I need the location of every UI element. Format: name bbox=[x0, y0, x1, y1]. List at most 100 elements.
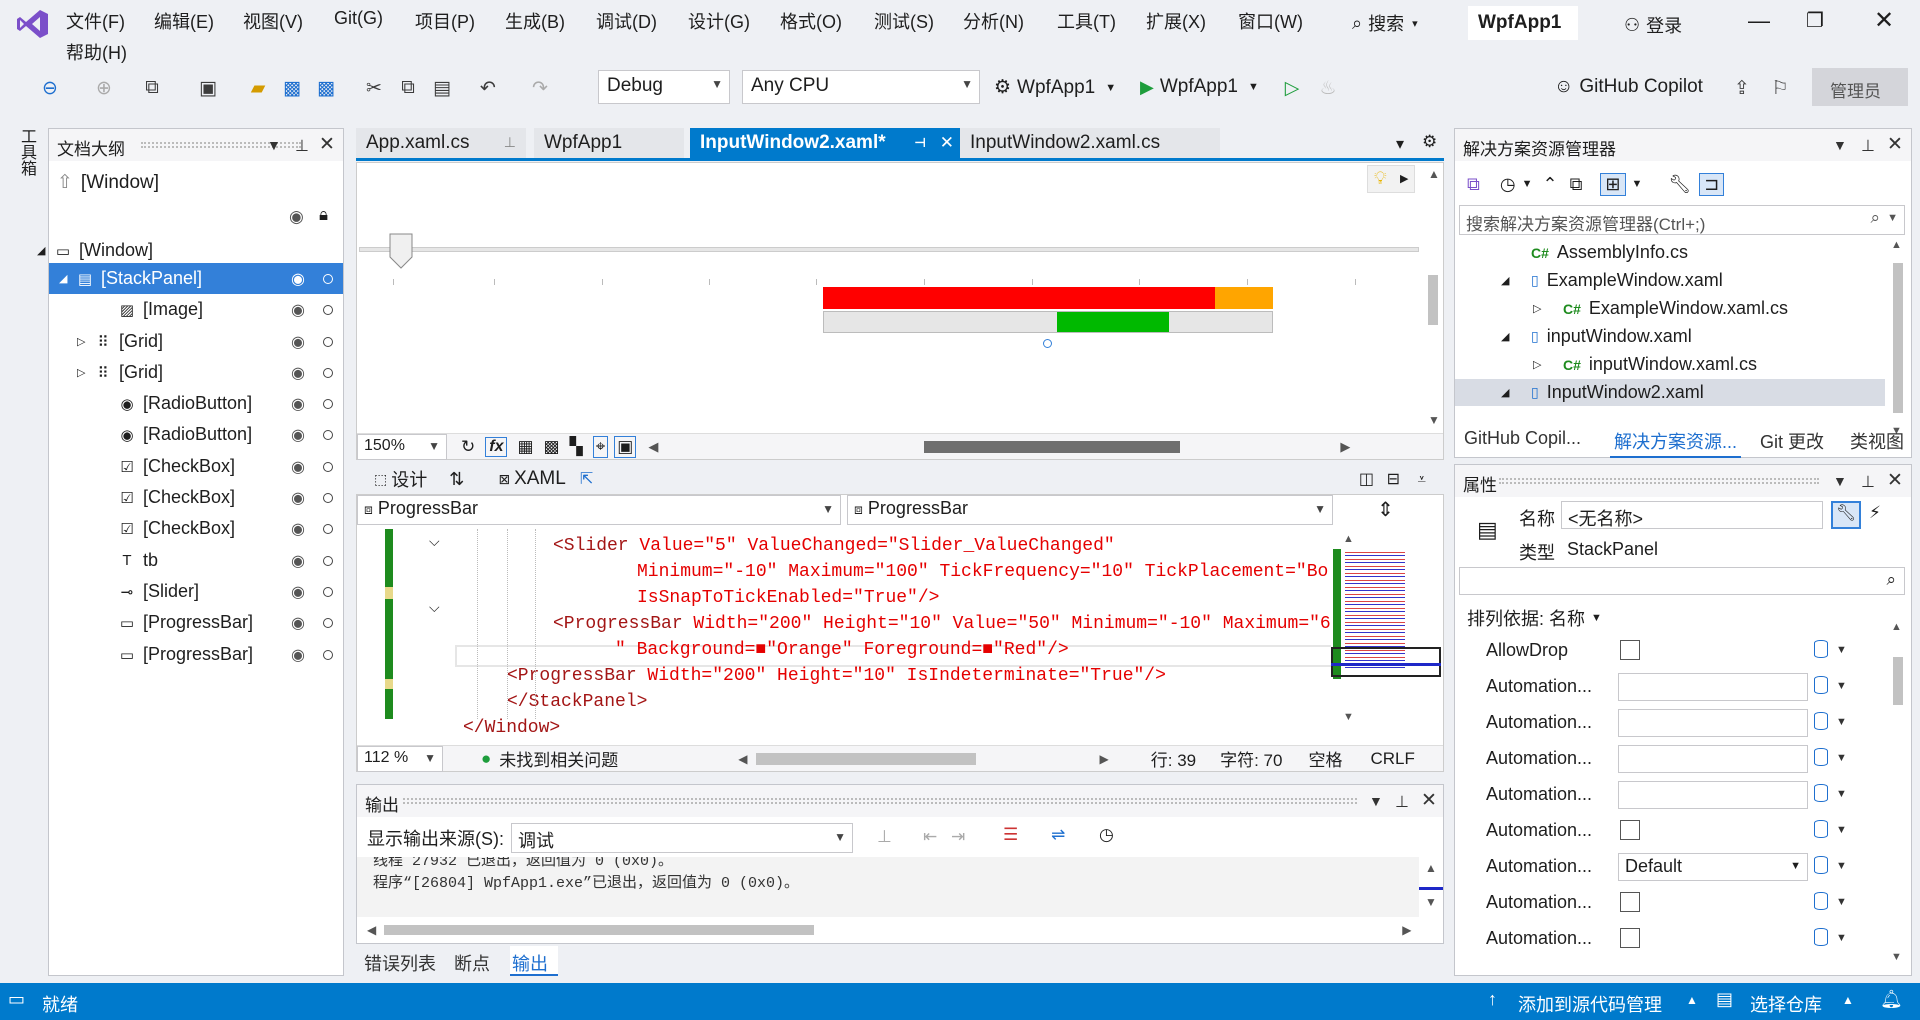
notification-icon[interactable]: ▭ bbox=[8, 989, 25, 1010]
outline-root[interactable]: ⇧ [Window] bbox=[57, 171, 159, 194]
code-line[interactable]: <ProgressBar Width="200" Height="10" Val… bbox=[553, 611, 1331, 637]
line-indicator[interactable]: 行: 39 bbox=[1151, 746, 1196, 771]
pin-icon[interactable]: ⊥ bbox=[1861, 136, 1875, 156]
chevron-down-icon[interactable]: ▼ bbox=[1836, 680, 1847, 692]
save-all-icon[interactable]: ▩ bbox=[314, 76, 338, 100]
code-line[interactable]: <ProgressBar Width="200" Height="10" IsI… bbox=[507, 663, 1166, 689]
menu-item[interactable]: 测试(S) bbox=[874, 8, 934, 34]
eye-icon[interactable]: ◉ bbox=[291, 613, 305, 633]
eye-icon[interactable]: ◉ bbox=[291, 269, 305, 289]
outline-node[interactable]: ▷ ⠿ [Grid] ◉ bbox=[49, 357, 343, 388]
output-bottom-tab[interactable]: 错误列表 bbox=[362, 946, 448, 976]
preview-icon[interactable]: ⊐ bbox=[1699, 172, 1725, 196]
data-binding-icon[interactable] bbox=[1814, 640, 1828, 658]
expand-arrow-icon[interactable]: ▷ bbox=[77, 366, 95, 379]
menu-item[interactable]: 文件(F) bbox=[66, 8, 125, 34]
copilot-button[interactable]: ☺ GitHub Copilot bbox=[1554, 76, 1703, 98]
data-binding-icon[interactable] bbox=[1814, 856, 1828, 874]
editor-hscroll-thumb[interactable] bbox=[755, 752, 976, 765]
lock-toggle-icon[interactable] bbox=[323, 555, 333, 566]
expand-arrow-icon[interactable]: ◢ bbox=[59, 272, 77, 285]
checker-icon[interactable]: ▚ bbox=[570, 437, 583, 457]
lock-toggle-icon[interactable] bbox=[323, 304, 333, 315]
forward-icon[interactable]: ⊕ bbox=[92, 76, 116, 100]
lock-toggle-icon[interactable] bbox=[323, 367, 333, 378]
pin-icon[interactable]: ⊥ bbox=[1861, 472, 1875, 492]
share-icon[interactable]: ⇪ bbox=[1730, 76, 1754, 100]
slider-track[interactable] bbox=[359, 247, 1419, 252]
lock-toggle-icon[interactable] bbox=[323, 617, 333, 628]
outline-node[interactable]: ▷ ⠿ [Grid] ◉ bbox=[49, 326, 343, 357]
refresh-icon[interactable]: ↻ bbox=[461, 437, 475, 457]
output-hscroll-thumb[interactable] bbox=[384, 925, 815, 935]
chevron-down-icon[interactable]: ▼ bbox=[267, 137, 281, 153]
solution-bottom-tab[interactable]: Git 更改 bbox=[1756, 426, 1828, 456]
properties-search-input[interactable]: ⌕ bbox=[1459, 567, 1905, 595]
scroll-up-icon[interactable]: ▲ bbox=[1891, 621, 1902, 633]
properties-icon[interactable]: 🔧︎ bbox=[1668, 174, 1691, 195]
sort-by-button[interactable]: 排列依据: 名称 ▼ bbox=[1467, 605, 1602, 631]
eye-icon[interactable]: ◉ bbox=[291, 394, 305, 414]
outline-node[interactable]: Ttb ◉ bbox=[49, 545, 343, 576]
outline-node[interactable]: ☑ [CheckBox] ◉ bbox=[49, 482, 343, 513]
element-select-right[interactable]: ⧈ ProgressBar ▼ bbox=[847, 495, 1333, 525]
issues-status[interactable]: 未找到相关问题 bbox=[499, 746, 618, 771]
expand-arrow-icon[interactable]: ▷ bbox=[1533, 358, 1541, 371]
eye-icon[interactable]: ◉ bbox=[289, 207, 304, 227]
tab-list-dropdown-icon[interactable]: ▾ bbox=[1396, 134, 1404, 154]
outline-node[interactable]: ◢ ▤ [StackPanel] ◉ bbox=[49, 263, 343, 294]
doc-tab[interactable]: InputWindow2.xaml* ⊣ ✕ bbox=[690, 128, 962, 160]
doc-tab[interactable]: App.xaml.cs ⊥ bbox=[356, 128, 526, 160]
code-minimap[interactable]: ▲ ▼ bbox=[1331, 529, 1443, 729]
chevron-down-icon[interactable]: ▼ bbox=[1369, 793, 1383, 809]
eye-icon[interactable]: ◉ bbox=[291, 551, 305, 571]
toolbox-tab[interactable]: 工具箱 bbox=[14, 128, 38, 176]
menu-item[interactable]: 工具(T) bbox=[1057, 8, 1116, 34]
solution-vscroll[interactable]: ▲ ▼ bbox=[1887, 239, 1909, 439]
menu-item[interactable]: 项目(P) bbox=[415, 8, 475, 34]
solution-search-input[interactable]: 搜索解决方案资源管理器(Ctrl+;) ⌕ ▼ bbox=[1459, 205, 1905, 235]
outline-node[interactable]: ◉ [RadioButton] ◉ bbox=[49, 419, 343, 450]
chevron-down-icon[interactable]: ▼ bbox=[1836, 932, 1847, 944]
data-binding-icon[interactable] bbox=[1814, 892, 1828, 910]
popout-icon[interactable]: ⇱ bbox=[580, 469, 593, 489]
scroll-down-icon[interactable]: ▼ bbox=[1343, 711, 1354, 723]
copy-icon[interactable]: ⧉ bbox=[396, 76, 420, 100]
clear-all-icon[interactable]: ☰ bbox=[1003, 825, 1018, 845]
scroll-left-icon[interactable]: ◀ bbox=[738, 752, 747, 766]
eye-icon[interactable]: ◉ bbox=[291, 457, 305, 477]
device-icon[interactable]: ▣ bbox=[614, 435, 637, 458]
close-icon[interactable]: ✕ bbox=[1887, 469, 1903, 492]
outline-node[interactable]: ▭ [ProgressBar] ◉ bbox=[49, 639, 343, 670]
scroll-down-icon[interactable]: ▼ bbox=[1425, 895, 1437, 909]
property-input[interactable] bbox=[1618, 781, 1808, 809]
properties-wrench-icon[interactable]: 🔧︎ bbox=[1831, 501, 1861, 529]
name-input[interactable]: <无名称> bbox=[1561, 501, 1823, 529]
scroll-up-icon[interactable]: ▲ bbox=[1425, 861, 1437, 875]
undo-icon[interactable]: ↶ bbox=[476, 76, 500, 100]
cut-icon[interactable]: ✂ bbox=[362, 76, 386, 100]
property-input[interactable] bbox=[1618, 673, 1808, 701]
chevron-down-icon[interactable]: ▼ bbox=[1836, 860, 1847, 872]
chevron-up-icon[interactable]: ▲ bbox=[1686, 993, 1698, 1007]
menu-item[interactable]: Git(G) bbox=[334, 8, 383, 29]
menu-item[interactable]: 扩展(X) bbox=[1146, 8, 1206, 34]
search-button[interactable]: ⌕ 搜索 ▾ bbox=[1352, 10, 1418, 36]
designer-hscroll-thumb[interactable] bbox=[924, 440, 1181, 453]
output-vscroll[interactable]: ▲ ▼ bbox=[1419, 857, 1443, 917]
fx-icon[interactable]: fx bbox=[485, 436, 508, 457]
swap-panes-icon[interactable]: ⇅ bbox=[449, 469, 464, 490]
outline-node[interactable]: ▭ [ProgressBar] ◉ bbox=[49, 607, 343, 638]
doc-tab[interactable]: InputWindow2.xaml.cs bbox=[960, 128, 1220, 160]
collapse-icon[interactable]: ⌵ bbox=[429, 533, 440, 550]
quick-actions[interactable]: 💡︎ ▶ bbox=[1367, 165, 1415, 193]
scroll-left-icon[interactable]: ◀ bbox=[648, 439, 658, 455]
eye-icon[interactable]: ◉ bbox=[291, 519, 305, 539]
find-message-icon[interactable]: ⊥ bbox=[877, 827, 892, 847]
expand-arrow-icon[interactable]: ◢ bbox=[37, 244, 55, 257]
restore-button[interactable]: ❐ bbox=[1806, 8, 1824, 33]
scroll-up-icon[interactable]: ▲ bbox=[1343, 533, 1354, 545]
property-checkbox[interactable] bbox=[1620, 820, 1640, 840]
expand-arrow-icon[interactable]: ▷ bbox=[77, 335, 95, 348]
output-bottom-tab[interactable]: 输出 bbox=[510, 946, 558, 976]
